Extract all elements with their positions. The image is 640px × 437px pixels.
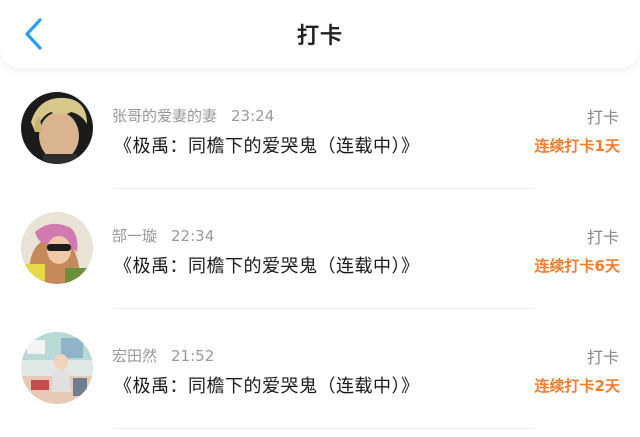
book-title[interactable]: 《极禹：同檐下的爱哭鬼（连载中）》 <box>114 252 420 278</box>
username[interactable]: 郜一璇 <box>112 227 157 245</box>
avatar[interactable] <box>21 332 93 404</box>
item-meta: 郜一璇 22:34 <box>112 225 214 246</box>
avatar[interactable] <box>21 92 93 164</box>
type-label: 打卡 <box>586 108 619 127</box>
timestamp: 22:34 <box>171 227 215 245</box>
header-bar: 打卡 <box>0 0 640 68</box>
book-title[interactable]: 《极禹：同檐下的爱哭鬼（连载中）》 <box>114 372 420 398</box>
checkin-list: 张哥的爱妻的妻 23:24 《极禹：同檐下的爱哭鬼（连载中）》 打卡 连续打卡1天 <box>0 80 640 437</box>
divider <box>114 308 534 309</box>
item-meta: 张哥的爱妻的妻 23:24 <box>112 105 274 126</box>
type-label: 打卡 <box>586 228 619 247</box>
username[interactable]: 宏田然 <box>112 347 157 365</box>
streak-badge: 连续打卡1天 <box>534 137 620 155</box>
book-title[interactable]: 《极禹：同檐下的爱哭鬼（连载中）》 <box>114 132 420 158</box>
username[interactable]: 张哥的爱妻的妻 <box>112 107 217 125</box>
page-title: 打卡 <box>296 24 343 49</box>
timestamp: 21:52 <box>171 347 215 365</box>
page: 打卡 张哥的爱妻的妻 23:24 《极禹：同檐下的爱哭鬼（连载中）》 打卡 连续打… <box>0 0 640 437</box>
divider <box>114 428 534 429</box>
timestamp: 23:24 <box>231 107 275 125</box>
list-item[interactable]: 张哥的爱妻的妻 23:24 《极禹：同檐下的爱哭鬼（连载中）》 打卡 连续打卡1天 <box>0 80 640 200</box>
list-item[interactable]: 宏田然 21:52 《极禹：同檐下的爱哭鬼（连载中）》 打卡 连续打卡2天 <box>0 320 640 437</box>
list-item[interactable]: 郜一璇 22:34 《极禹：同檐下的爱哭鬼（连载中）》 打卡 连续打卡6天 <box>0 200 640 320</box>
divider <box>114 188 534 189</box>
item-meta: 宏田然 21:52 <box>112 345 214 366</box>
streak-badge: 连续打卡6天 <box>534 257 620 275</box>
streak-badge: 连续打卡2天 <box>534 377 620 395</box>
avatar[interactable] <box>21 212 93 284</box>
type-label: 打卡 <box>586 348 619 367</box>
